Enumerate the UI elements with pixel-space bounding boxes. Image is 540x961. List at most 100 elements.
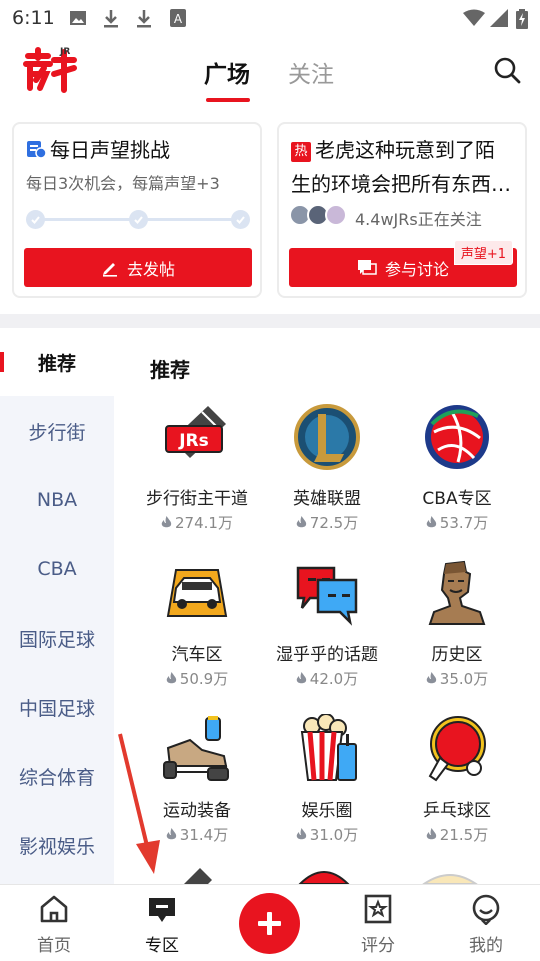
- nav-zone-label: 专区: [145, 936, 179, 956]
- chat-bubbles-icon: [296, 566, 358, 626]
- zone-name: 步行街主干道: [146, 489, 248, 509]
- sidebar-item-film-entertainment[interactable]: 影视娱乐: [0, 811, 114, 879]
- home-icon: [40, 895, 68, 923]
- battery-icon: [516, 9, 528, 29]
- nav-home[interactable]: 首页: [0, 885, 108, 961]
- sidebar-item-recommended[interactable]: 推荐: [0, 328, 114, 396]
- zone-item[interactable]: CBA专区 53.7万: [387, 402, 527, 552]
- hot-topic-title-line1: 热老虎这种玩意到了陌: [291, 134, 495, 163]
- search-icon[interactable]: [493, 56, 521, 84]
- app-notification-icon: A: [170, 9, 186, 27]
- sidebar-item-general-sports[interactable]: 综合体育: [0, 742, 114, 810]
- sidebar-item-label: 中国足球: [18, 697, 95, 720]
- zone-heat: 50.9万: [127, 668, 267, 689]
- zone-heat-value: 274.1万: [175, 514, 233, 532]
- flame-icon: [426, 516, 436, 528]
- partial-zone-icon: [422, 874, 478, 884]
- zone-heat-value: 72.5万: [309, 514, 359, 532]
- progress-step-1: [26, 210, 45, 229]
- zone-item[interactable]: 湿乎乎的话题 42.0万: [257, 558, 397, 708]
- follower-avatars: [289, 204, 349, 228]
- go-post-button[interactable]: 去发帖: [24, 248, 252, 287]
- join-discussion-label: 参与讨论: [384, 259, 449, 279]
- zone-item[interactable]: JRs 步行街主干道 274.1万: [127, 402, 267, 552]
- bottom-nav: 首页 专区 评分 我的: [0, 884, 540, 960]
- zone-heat-value: 21.5万: [439, 826, 489, 844]
- sidebar-item-pedestrian-street[interactable]: 步行街: [0, 397, 114, 465]
- tab-square[interactable]: 广场: [204, 55, 250, 89]
- zone-heat-value: 31.4万: [179, 826, 229, 844]
- check-icon: [134, 216, 143, 224]
- zone-item[interactable]: 娱乐圈 31.0万: [257, 714, 397, 864]
- flame-icon: [426, 828, 436, 840]
- daily-challenge-subtitle: 每日3次机会，每篇声望+3: [26, 174, 220, 193]
- profile-icon: [472, 894, 500, 925]
- svg-text:JRs: JRs: [178, 431, 209, 451]
- progress-step-2: [129, 210, 148, 229]
- status-time: 6:11: [12, 7, 55, 29]
- followers-count: 4.4wJRs正在关注: [355, 210, 482, 229]
- daily-challenge-title-text: 每日声望挑战: [50, 138, 170, 162]
- zone-item[interactable]: 英雄联盟 72.5万: [257, 402, 397, 552]
- sidebar-item-label: 推荐: [37, 352, 76, 375]
- app-logo: JR: [23, 47, 77, 93]
- sidebar-item-intl-football[interactable]: 国际足球: [0, 604, 114, 672]
- zone-heat-value: 35.0万: [439, 670, 489, 688]
- plus-icon: [258, 912, 281, 935]
- zone-heat-value: 31.0万: [309, 826, 359, 844]
- check-icon: [236, 216, 245, 224]
- sidebar-item-label: 影视娱乐: [18, 835, 95, 858]
- top-bar: JR 广场 关注: [0, 36, 540, 108]
- zone-item[interactable]: 历史区 35.0万: [387, 558, 527, 708]
- zone-heat: 274.1万: [127, 512, 267, 533]
- hot-badge: 热: [291, 142, 311, 162]
- section-divider: [0, 314, 540, 328]
- car-icon: [166, 569, 228, 617]
- flame-icon: [296, 828, 306, 840]
- zone-heat: 31.0万: [257, 824, 397, 845]
- zone-name: 汽车区: [171, 645, 223, 665]
- cba-icon: [425, 405, 489, 469]
- hot-topic-card[interactable]: 热老虎这种玩意到了陌 生的环境会把所有东西… 4.4wJRs正在关注 参与讨论 …: [277, 122, 527, 298]
- sidebar-item-label: 综合体育: [18, 766, 95, 789]
- create-post-button[interactable]: [239, 893, 300, 954]
- sidebar-item-label: NBA: [36, 489, 78, 511]
- flame-icon: [161, 516, 172, 528]
- download-notification-icon-2: [137, 10, 151, 28]
- jrs-icon: JRs: [165, 406, 226, 458]
- partial-zone-icon: [298, 871, 350, 884]
- zone-name: 湿乎乎的话题: [276, 645, 378, 665]
- zone-name: CBA专区: [422, 489, 492, 509]
- nav-zone[interactable]: 专区: [108, 885, 216, 961]
- gallery-notification-icon: [70, 11, 86, 25]
- daily-challenge-card[interactable]: 每日声望挑战 每日3次机会，每篇声望+3 去发帖: [12, 122, 262, 298]
- sidebar-item-china-football[interactable]: 中国足球: [0, 673, 114, 741]
- rating-icon: [364, 894, 392, 924]
- zone-heat: 53.7万: [387, 512, 527, 533]
- nav-rating[interactable]: 评分: [324, 885, 432, 961]
- avatar: [325, 204, 347, 226]
- sidebar-item-label: CBA: [37, 558, 77, 580]
- sidebar-item-nba[interactable]: NBA: [0, 466, 114, 534]
- zone-icon: [149, 898, 175, 922]
- hot-topic-title-line2: 生的环境会把所有东西…: [291, 172, 511, 196]
- partial-zone-icon: [184, 868, 212, 884]
- zone-item[interactable]: 乒乓球区 21.5万: [387, 714, 527, 864]
- go-post-label: 去发帖: [126, 259, 175, 279]
- sidebar-item-cba[interactable]: CBA: [0, 535, 114, 603]
- zone-name: 历史区: [431, 645, 483, 665]
- chat-icon: [357, 259, 377, 275]
- flame-icon: [426, 672, 436, 684]
- active-category-indicator: [0, 352, 4, 372]
- challenge-badge-icon: [27, 141, 47, 159]
- daily-challenge-title: 每日声望挑战: [26, 134, 170, 163]
- annotation-arrow-icon: [118, 733, 160, 874]
- zone-name: 英雄联盟: [293, 489, 361, 509]
- wifi-icon: [463, 9, 485, 26]
- zone-heat-value: 42.0万: [309, 670, 359, 688]
- flame-icon: [296, 516, 306, 528]
- tab-following[interactable]: 关注: [288, 55, 334, 89]
- zone-item[interactable]: 汽车区 50.9万: [127, 558, 267, 708]
- download-notification-icon: [104, 10, 118, 28]
- nav-profile[interactable]: 我的: [432, 885, 540, 961]
